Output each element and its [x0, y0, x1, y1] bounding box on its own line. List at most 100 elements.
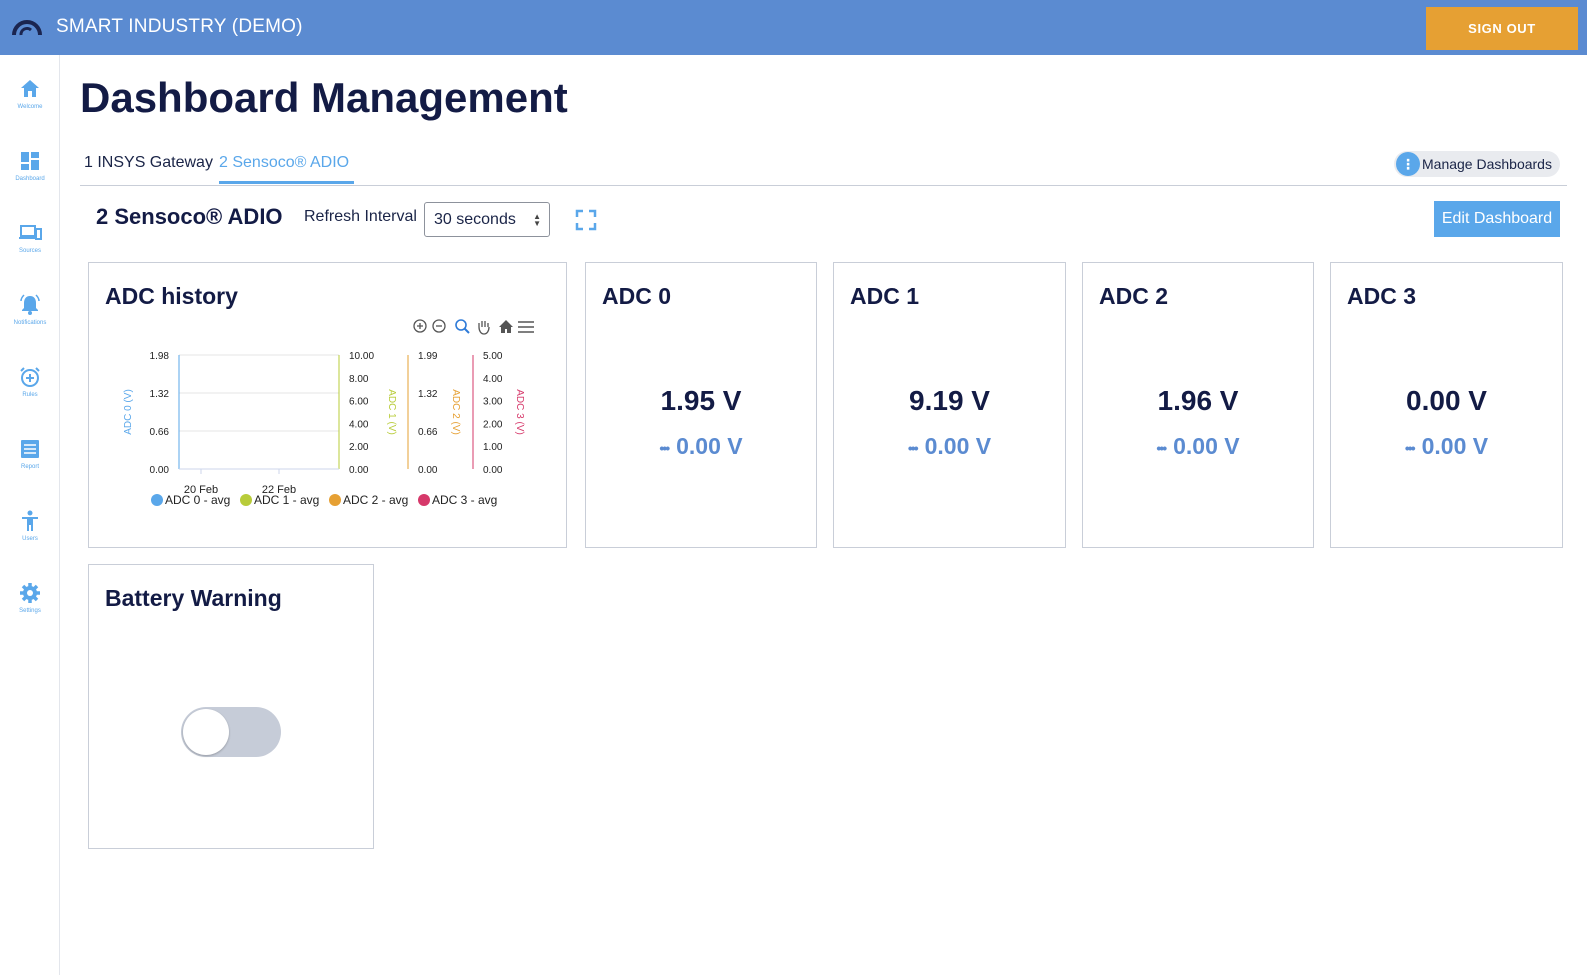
dashboard-tabs: 1 INSYS Gateway 2 Sensoco® ADIO ⋮ Manage… [80, 146, 1567, 186]
logo-icon [12, 20, 42, 36]
trend-value-text: 0.00 V [1173, 433, 1240, 459]
y-tick-label: 0.00 [483, 465, 503, 476]
sidebar-item-notifications[interactable]: Notifications [0, 293, 60, 349]
adc-0-card: ADC 0 1.95 V ••• 0.00 V [585, 262, 817, 548]
trend-value-text: 0.00 V [676, 433, 743, 459]
y-tick-label: 1.98 [150, 351, 170, 362]
trend-value-text: 0.00 V [1421, 433, 1489, 459]
devices-icon [19, 225, 42, 240]
sidebar-item-label: Notifications [13, 320, 47, 326]
adc-2-card: ADC 2 1.96 V ••• 0.00 V [1082, 262, 1314, 548]
gear-icon [20, 583, 40, 603]
trend-flat-icon: ••• [659, 439, 670, 456]
legend-item: ADC 2 - avg [343, 493, 408, 507]
current-value: 1.95 V [660, 385, 742, 416]
select-arrows-icon: ▲ ▼ [533, 212, 541, 228]
battery-warning-toggle[interactable] [181, 707, 281, 757]
sidebar-item-welcome[interactable]: Welcome [0, 77, 60, 133]
y-tick-label: 6.00 [349, 397, 369, 408]
adc-1-card: ADC 1 9.19 V ••• 0.00 V [833, 262, 1066, 548]
legend-marker [151, 494, 163, 506]
bell-icon [20, 294, 40, 315]
y-tick-label: 0.00 [418, 465, 438, 476]
y-axis-title: ADC 1 (V) [386, 389, 397, 435]
reset-home-icon[interactable] [499, 320, 513, 333]
trend-value: ••• 0.00 V [586, 433, 816, 460]
legend-marker [329, 494, 341, 506]
widget-title: ADC 0 [602, 283, 672, 309]
alarm-add-icon [20, 367, 40, 387]
y-tick-label: 1.00 [483, 442, 503, 453]
legend-item: ADC 1 - avg [254, 493, 319, 507]
sidebar-item-users[interactable]: Users [0, 509, 60, 565]
y-tick-label: 5.00 [483, 351, 503, 362]
edit-dashboard-button[interactable]: Edit Dashboard [1434, 201, 1560, 237]
fullscreen-icon[interactable] [574, 208, 598, 232]
current-value: 9.19 V [909, 385, 990, 416]
more-vert-icon: ⋮ [1396, 152, 1420, 176]
refresh-interval-label: Refresh Interval [304, 208, 417, 225]
page-title: Dashboard Management [80, 74, 568, 121]
sidebar-item-dashboard[interactable]: Dashboard [0, 149, 60, 205]
y-tick-label: 4.00 [483, 374, 503, 385]
manage-dashboards-button[interactable]: ⋮ Manage Dashboards [1394, 151, 1560, 177]
home-icon [21, 80, 39, 97]
widget-title: ADC 1 [850, 283, 920, 309]
sidebar-item-label: Users [22, 536, 38, 542]
battery-warning-card: Battery Warning [88, 564, 374, 849]
y-tick-label: 0.00 [150, 465, 170, 476]
manage-dashboards-label: Manage Dashboards [1422, 156, 1552, 172]
current-value: 0.00 V [1406, 385, 1487, 416]
trend-flat-icon: ••• [1156, 439, 1167, 456]
sidebar: Welcome Dashboard Sources Notifications … [0, 55, 60, 975]
trend-value: ••• 0.00 V [834, 433, 1065, 460]
top-bar: SMART INDUSTRY (DEMO) SIGN OUT [0, 0, 1587, 55]
trend-value-text: 0.00 V [924, 433, 992, 459]
adc-3-card: ADC 3 0.00 V ••• 0.00 V [1330, 262, 1563, 548]
active-tab-indicator [219, 181, 354, 184]
y-tick-label: 2.00 [349, 442, 369, 453]
sidebar-item-label: Sources [18, 248, 41, 254]
y-tick-label: 1.32 [150, 389, 170, 400]
zoom-select-icon[interactable] [455, 319, 470, 334]
report-icon [21, 440, 39, 458]
adc-history-chart: 1.98 1.32 0.66 0.00 ADC 0 (V) 10.00 8.00 6.00 4.… [123, 319, 534, 507]
trend-flat-icon: ••• [1404, 439, 1416, 456]
zoom-in-icon[interactable] [413, 319, 427, 333]
pan-hand-icon[interactable] [478, 321, 490, 335]
sign-out-button[interactable]: SIGN OUT [1426, 7, 1578, 50]
current-value: 1.96 V [1157, 385, 1239, 416]
menu-icon[interactable] [518, 321, 534, 333]
trend-value: ••• 0.00 V [1331, 433, 1562, 460]
zoom-out-icon[interactable] [432, 319, 446, 333]
sidebar-item-report[interactable]: Report [0, 437, 60, 493]
widget-title: ADC 2 [1099, 283, 1169, 309]
legend-item: ADC 0 - avg [165, 493, 230, 507]
sidebar-item-sources[interactable]: Sources [0, 221, 60, 277]
legend-marker [240, 494, 252, 506]
refresh-interval-value: 30 seconds [434, 210, 516, 228]
sidebar-item-label: Rules [22, 392, 38, 398]
y-tick-label: 1.99 [418, 351, 438, 362]
app-title: SMART INDUSTRY (DEMO) [56, 16, 303, 37]
y-axis-title: ADC 2 (V) [450, 389, 461, 435]
trend-flat-icon: ••• [907, 439, 919, 456]
y-tick-label: 10.00 [349, 351, 374, 362]
sidebar-item-settings[interactable]: Settings [0, 581, 60, 637]
sidebar-item-rules[interactable]: Rules [0, 365, 60, 421]
sidebar-item-label: Dashboard [15, 176, 45, 182]
sidebar-item-label: Report [20, 464, 39, 470]
legend-item: ADC 3 - avg [432, 493, 497, 507]
y-axis-title: ADC 0 (V) [123, 389, 134, 435]
legend-marker [418, 494, 430, 506]
y-tick-label: 2.00 [483, 419, 503, 430]
trend-value: ••• 0.00 V [1083, 433, 1313, 460]
y-tick-label: 3.00 [483, 397, 503, 408]
y-tick-label: 0.00 [349, 465, 369, 476]
y-axis-title: ADC 3 (V) [514, 389, 525, 435]
sidebar-item-label: Welcome [17, 104, 43, 110]
dashboard-title: 2 Sensoco® ADIO [96, 204, 283, 229]
refresh-interval-select[interactable]: 30 seconds ▲ ▼ [424, 202, 550, 237]
tab-insys-gateway[interactable]: 1 INSYS Gateway [84, 154, 213, 186]
user-icon [22, 510, 38, 531]
